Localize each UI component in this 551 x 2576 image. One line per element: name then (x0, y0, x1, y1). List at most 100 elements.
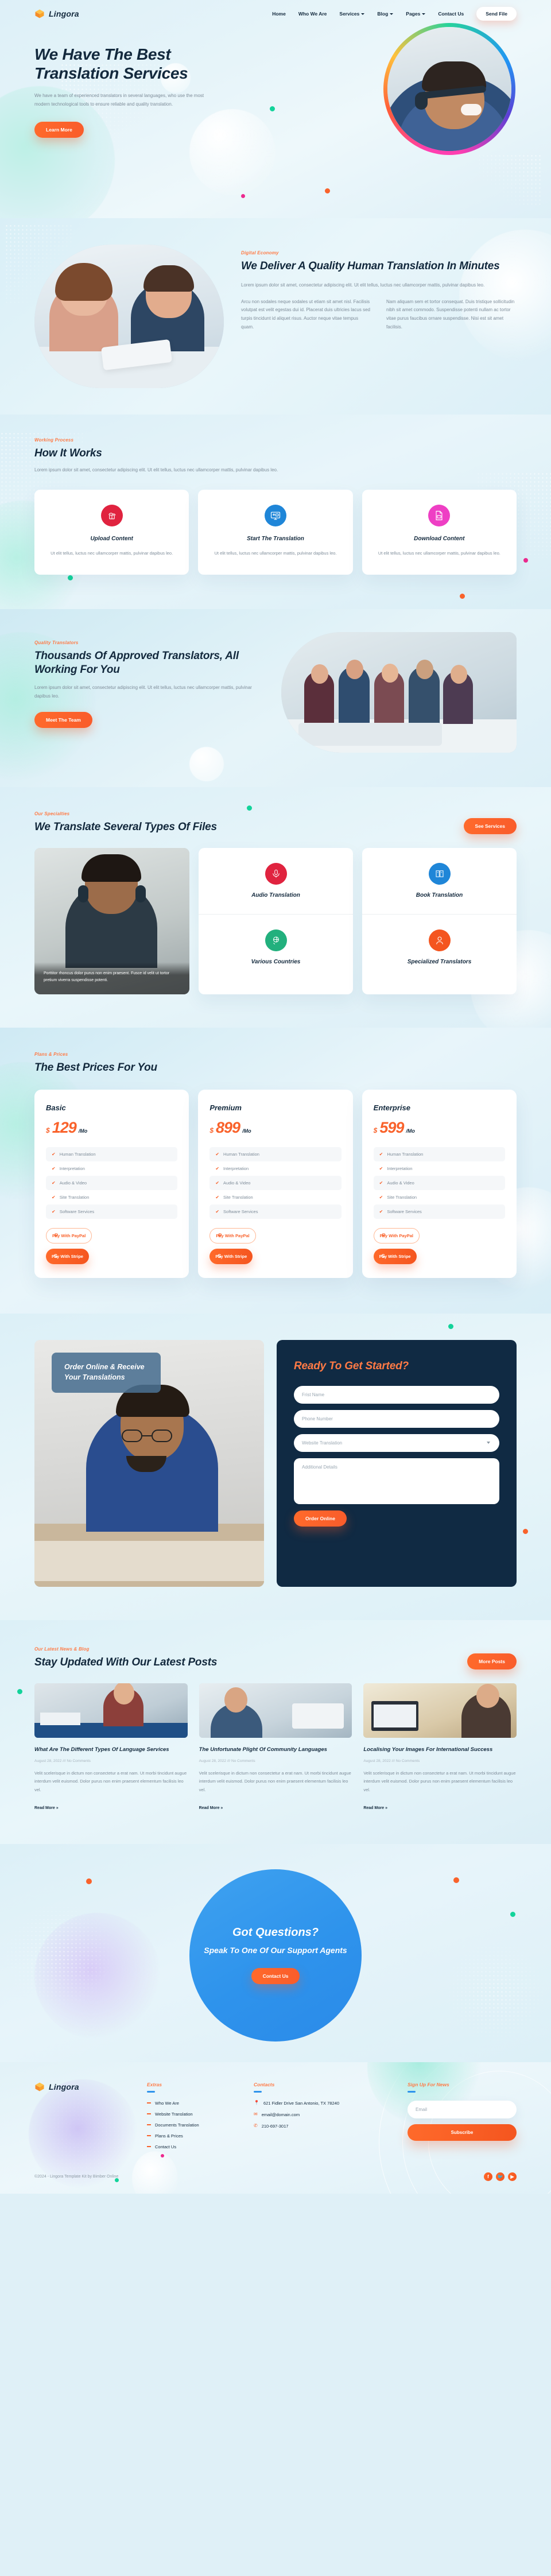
works-cards: Upload Content Ut elit tellus, luctus ne… (34, 489, 517, 575)
hero-learn-more-button[interactable]: Learn More (34, 121, 84, 138)
specialty-item[interactable]: Various Countries (199, 913, 353, 981)
read-more-link[interactable]: Read More » (34, 1806, 59, 1810)
newsletter-email-input[interactable] (408, 2100, 517, 2118)
dot-decoration (453, 1877, 459, 1883)
service-select[interactable] (294, 1434, 499, 1452)
footer-link-who-we-are[interactable]: Who We Are (147, 2101, 239, 2106)
more-posts-button[interactable]: More Posts (467, 1653, 517, 1669)
blog-post-image[interactable] (363, 1683, 517, 1738)
dash-icon (147, 2102, 151, 2104)
nav-item-who-we-are[interactable]: Who We Are (298, 11, 327, 17)
pay-with-paypal-button[interactable]: P Pay With PayPal (209, 1227, 256, 1244)
footer-link-documents-translation[interactable]: Documents Translation (147, 2122, 239, 2128)
hero-paragraph: We have a team of experienced translator… (34, 93, 204, 107)
plan-feature-label: Site Translation (387, 1194, 417, 1200)
works-card[interactable]: Start The Translation Ut elit tellus, lu… (198, 489, 353, 575)
pricing-eyebrow: Plans & Prices (34, 1052, 68, 1057)
works-eyebrow: Working Process (34, 437, 74, 443)
cta-contact-us-button[interactable]: Contact Us (251, 1967, 300, 1984)
check-icon: ✔ (52, 1194, 56, 1200)
footer-link-website-translation[interactable]: Website Translation (147, 2112, 239, 2117)
additional-details-textarea[interactable] (294, 1458, 499, 1504)
deliver-section: Digital Economy We Deliver A Quality Hum… (0, 218, 551, 415)
specialty-item[interactable]: Specialized Translators (362, 913, 517, 981)
footer-contacts-title: Contacts (254, 2081, 275, 2087)
translators-section: Quality Translators Thousands Of Approve… (0, 609, 551, 788)
specialty-item[interactable]: Audio Translation (199, 848, 353, 914)
pricing-card: Enterprise $ 599 /Mo ✔ Human Translation … (362, 1089, 517, 1278)
read-more-link[interactable]: Read More » (363, 1806, 387, 1810)
dot-decoration (86, 1878, 92, 1884)
hero-person-image (387, 27, 511, 151)
dot-decoration (247, 805, 252, 811)
twitter-icon[interactable]: 🐦 (496, 2172, 505, 2181)
hero-section: Lingora Home Who We Are Services Blog Pa… (0, 0, 551, 218)
audio-wave-icon (265, 863, 287, 885)
works-header: Working Process How It Works Lorem ipsum… (34, 437, 517, 475)
footer-link-plans-prices[interactable]: Plans & Prices (147, 2133, 239, 2139)
blog-post-title[interactable]: What Are The Different Types Of Language… (34, 1746, 188, 1754)
plan-amount: 599 (379, 1118, 404, 1136)
check-icon: ✔ (52, 1208, 56, 1214)
blog-post-image[interactable] (34, 1683, 188, 1738)
nav-item-services[interactable]: Services (339, 11, 365, 17)
brand-logo[interactable]: Lingora (34, 9, 79, 19)
pay-with-stripe-button[interactable]: S Pay With Stripe (46, 1248, 89, 1264)
nav-item-pages[interactable]: Pages (406, 11, 426, 17)
blog-post-excerpt: Velit scelerisque in dictum non consecte… (34, 1770, 187, 1793)
monitor-chat-icon (264, 504, 286, 526)
blog-post-meta: August 28, 2022 /// No Comments (363, 1758, 420, 1763)
nav-item-home[interactable]: Home (272, 11, 286, 17)
phone-number-input[interactable] (294, 1409, 499, 1428)
youtube-icon[interactable]: ▶ (508, 2172, 517, 2181)
subscribe-button[interactable]: Subscribe (408, 2124, 517, 2141)
facebook-icon[interactable]: f (484, 2172, 492, 2181)
footer-contact-text: 210-697-3017 (261, 2123, 289, 2129)
specialties-header: Our Specialties We Translate Several Typ… (34, 811, 517, 835)
hero-text-block: We Have The Best Translation Services We… (34, 45, 224, 138)
check-icon: ✔ (52, 1165, 56, 1171)
blog-post-title[interactable]: Localising Your Images For International… (363, 1746, 517, 1754)
blog-post-title[interactable]: The Unfortunate Plight Of Community Lang… (199, 1746, 352, 1754)
stripe-icon: S (218, 1253, 222, 1260)
footer-brand[interactable]: Lingora (34, 2082, 132, 2155)
footer-contact-phone[interactable]: ✆ 210-697-3017 (254, 2123, 380, 2129)
plan-feature: ✔ Interpretation (46, 1161, 177, 1176)
pay-with-stripe-button[interactable]: S Pay With Stripe (209, 1248, 253, 1264)
pay-with-paypal-button[interactable]: P Pay With PayPal (46, 1227, 92, 1244)
plan-period: /Mo (242, 1128, 251, 1134)
plan-period: /Mo (406, 1128, 415, 1134)
currency-symbol: $ (46, 1126, 50, 1134)
blog-post-image[interactable] (199, 1683, 352, 1738)
blog-post: Localising Your Images For International… (363, 1683, 517, 1812)
pay-with-stripe-button[interactable]: S Pay With Stripe (373, 1248, 417, 1264)
blog-post-meta: August 28, 2022 /// No Comments (34, 1758, 91, 1763)
plan-name: Premium (209, 1103, 242, 1112)
pricing-cards: Basic $ 129 /Mo ✔ Human Translation ✔ Inte… (34, 1089, 517, 1278)
blog-post: What Are The Different Types Of Language… (34, 1683, 188, 1812)
first-name-input[interactable] (294, 1385, 499, 1404)
footer-contact-email[interactable]: ✉ email@domain.com (254, 2112, 380, 2117)
footer-link-contact-us[interactable]: Contact Us (147, 2144, 239, 2149)
read-more-link[interactable]: Read More » (199, 1806, 223, 1810)
deliver-title: We Deliver A Quality Human Translation I… (241, 260, 500, 272)
nav-item-blog[interactable]: Blog (377, 11, 394, 17)
works-card[interactable]: Download Content Ut elit tellus, luctus … (362, 489, 517, 575)
nav-item-contact-us[interactable]: Contact Us (438, 11, 464, 17)
pay-with-paypal-button[interactable]: P Pay With PayPal (373, 1227, 420, 1244)
dot-decoration (510, 1911, 515, 1917)
dot-decoration (523, 1528, 528, 1534)
paypal-icon: P (382, 1233, 386, 1239)
works-title: How It Works (34, 447, 102, 459)
order-online-submit-button[interactable]: Order Online (294, 1510, 347, 1527)
stripe-icon: S (381, 1253, 385, 1260)
send-file-button[interactable]: Send File (476, 7, 517, 21)
meet-the-team-button[interactable]: Meet The Team (34, 712, 92, 729)
dot-pattern-decoration (478, 154, 541, 207)
social-links: f 🐦 ▶ (484, 2172, 517, 2181)
see-services-button[interactable]: See Services (463, 818, 517, 835)
specialty-item[interactable]: Book Translation (362, 848, 517, 914)
works-card[interactable]: Upload Content Ut elit tellus, luctus ne… (34, 489, 189, 575)
specialty-title: Book Translation (416, 892, 463, 899)
blog-title: Stay Updated With Our Latest Posts (34, 1656, 218, 1668)
